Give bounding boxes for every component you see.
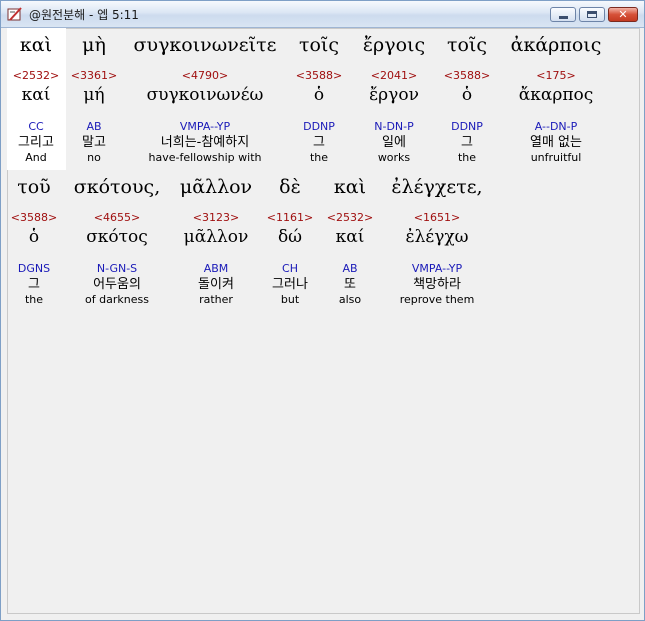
morphology-code[interactable]: N-GN-S	[72, 261, 162, 276]
english-gloss: unfruitful	[530, 151, 582, 164]
strongs-number[interactable]: <3588>	[0, 210, 79, 226]
morphology-code[interactable]: VMPA--YP	[125, 119, 285, 134]
app-window: @원전분해 - 엡 5:11 ✕ καὶ <2532> καί CC 그리고 A…	[0, 0, 645, 621]
greek-word: ἐλέγχετε,	[391, 176, 483, 198]
english-gloss: have-fellowship with	[148, 151, 262, 164]
strongs-number[interactable]: <4655>	[72, 210, 162, 226]
lemma: ἄκαρπος	[518, 85, 594, 105]
word-column[interactable]: ἐλέγχετε, <1651> ἐλέγχω VMPA--YP 책망하라 re…	[382, 174, 492, 307]
lemma: ἐλέγχω	[405, 227, 469, 247]
word-column[interactable]: συγκοινωνεῖτε <4790> συγκοινωνέω VMPA--Y…	[125, 32, 285, 165]
english-gloss: of darkness	[85, 293, 149, 306]
morphology-code[interactable]: A--DN-P	[496, 119, 616, 134]
english-gloss: the	[24, 293, 44, 306]
greek-word: τοῦ	[17, 176, 51, 198]
maximize-button[interactable]	[579, 7, 605, 22]
korean-gloss: 책망하라	[413, 277, 461, 292]
lemma: ὁ	[28, 227, 40, 247]
title-bar[interactable]: @원전분해 - 엡 5:11 ✕	[1, 1, 644, 28]
minimize-icon	[559, 16, 568, 19]
english-gloss: reprove them	[399, 293, 475, 306]
korean-gloss: 그	[28, 277, 40, 292]
morphology-code[interactable]: VMPA--YP	[382, 261, 492, 276]
strongs-number[interactable]: <4790>	[125, 68, 285, 84]
close-button[interactable]: ✕	[608, 7, 638, 22]
maximize-icon	[587, 11, 597, 18]
morphology-code[interactable]: DGNS	[0, 261, 79, 276]
strongs-number[interactable]: <175>	[496, 68, 616, 84]
word-column[interactable]: τοῦ <3588> ὁ DGNS 그 the	[0, 174, 79, 307]
korean-gloss: 어두움의	[93, 277, 141, 292]
strongs-number[interactable]: <1651>	[382, 210, 492, 226]
greek-word: σκότους,	[73, 176, 161, 198]
close-icon: ✕	[618, 8, 628, 21]
korean-gloss: 열매 없는	[530, 135, 582, 150]
korean-gloss: 너희는-참예하지	[160, 135, 250, 150]
lemma: συγκοινωνέω	[146, 85, 264, 105]
word-column[interactable]: σκότους, <4655> σκότος N-GN-S 어두움의 of da…	[72, 174, 162, 307]
greek-word: συγκοινωνεῖτε	[133, 34, 277, 56]
lemma: σκότος	[86, 227, 148, 247]
pencil-book-icon	[7, 7, 22, 21]
window-title: @원전분해 - 엡 5:11	[29, 8, 139, 22]
word-column[interactable]: ἀκάρποις <175> ἄκαρπος A--DN-P 열매 없는 unf…	[496, 32, 616, 165]
greek-word: ἀκάρποις	[510, 34, 602, 56]
minimize-button[interactable]	[550, 7, 576, 22]
